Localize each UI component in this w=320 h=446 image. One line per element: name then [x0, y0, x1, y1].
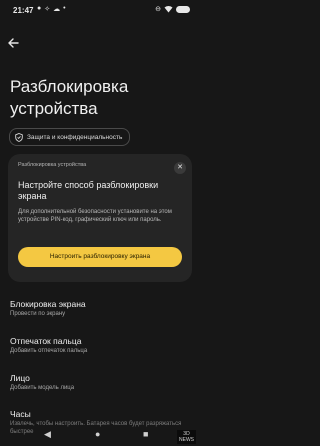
- card-label: Разблокировка устройства: [18, 162, 87, 168]
- cloud-icon: ☁: [53, 6, 61, 13]
- navigation-bar: ◀ ● ■: [0, 428, 200, 446]
- nav-recents-icon[interactable]: ■: [143, 429, 148, 439]
- chip-label: Защита и конфиденциальность: [27, 133, 123, 141]
- privacy-chip[interactable]: Защита и конфиденциальность: [9, 128, 131, 146]
- shield-icon: [15, 132, 23, 142]
- item-subtitle: Добавить модель лица: [10, 385, 75, 391]
- card-title: Настройте способ разблокировки экрана: [18, 180, 159, 201]
- item-title: Часы: [10, 409, 31, 419]
- battery-icon: [176, 5, 190, 13]
- wifi-icon: [164, 5, 173, 13]
- item-title: Лицо: [10, 373, 30, 383]
- settings-item-fingerprint[interactable]: Отпечаток пальца Добавить отпечаток паль…: [10, 336, 190, 355]
- item-title: Блокировка экрана: [10, 299, 86, 309]
- item-title: Отпечаток пальца: [10, 336, 82, 346]
- setup-unlock-button[interactable]: Настроить разблокировку экрана: [18, 247, 182, 267]
- bug-icon: ✧: [44, 6, 51, 13]
- watermark-logo: 3D NEWS: [177, 430, 196, 444]
- item-subtitle: Добавить отпечаток пальца: [10, 348, 88, 354]
- setup-card: Разблокировка устройства ✕ Настройте спо…: [8, 154, 192, 282]
- watermark-line2: NEWS: [179, 437, 194, 443]
- settings-item-face[interactable]: Лицо Добавить модель лица: [10, 373, 190, 392]
- close-icon[interactable]: ✕: [174, 162, 186, 174]
- page-title: Разблокировка устройства: [10, 77, 129, 118]
- dnd-icon: ⊖: [155, 6, 161, 13]
- status-bar: 21:47 ● ✧ ☁ • ⊖: [0, 0, 200, 20]
- status-right-icons: ⊖: [155, 5, 190, 13]
- settings-item-screen-lock[interactable]: Блокировка экрана Провести по экрану: [10, 299, 190, 318]
- notification-icons: ● ✧ ☁ •: [37, 5, 66, 13]
- dot-icon: •: [63, 5, 66, 12]
- status-time: 21:47: [13, 6, 34, 15]
- nav-home-icon[interactable]: ●: [95, 429, 100, 439]
- lock-icon: ●: [37, 5, 42, 12]
- back-arrow-icon[interactable]: [6, 36, 20, 50]
- nav-back-icon[interactable]: ◀: [44, 429, 51, 440]
- card-description: Для дополнительной безопасности установи…: [18, 209, 172, 223]
- item-subtitle: Провести по экрану: [10, 311, 66, 317]
